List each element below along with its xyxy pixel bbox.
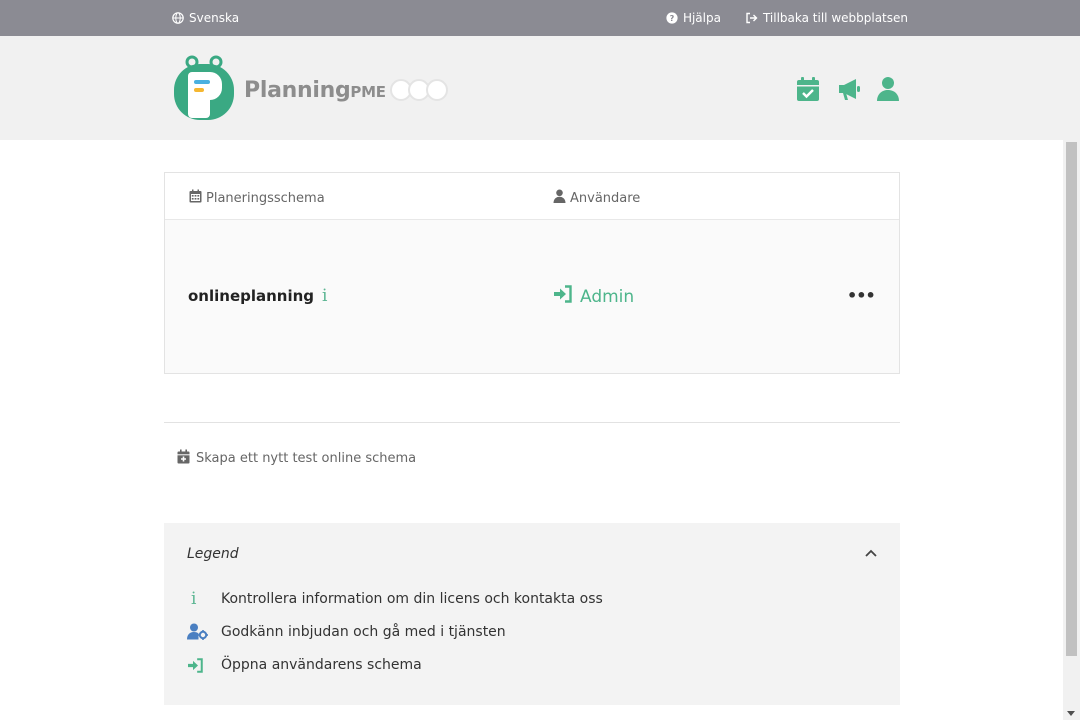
legend-text: Godkänn inbjudan och gå med i tjänsten [221,623,506,640]
legend-title: Legend [187,546,239,562]
logo-dots [389,79,448,101]
info-icon: i [191,589,197,609]
legend-item-info: i Kontrollera information om din licens … [187,589,603,609]
scroll-down-arrow-icon[interactable] [1067,711,1075,716]
header: PlanningPME [0,36,1080,140]
help-label: Hjälpa [682,11,721,25]
info-icon[interactable]: i [322,286,327,306]
scrollbar[interactable] [1063,140,1080,720]
top-bar: Svenska ? Hjälpa Tillbaka till webbplats… [0,0,1080,36]
create-schema-label: Skapa ett nytt test online schema [196,451,417,466]
question-circle-icon: ? [666,12,678,24]
sign-in-icon [187,657,221,673]
schema-table: Planeringsschema Användare onlineplannin… [164,172,900,374]
column-header-user: Användare [553,189,640,207]
planningpme-logo[interactable]: PlanningPME [172,54,448,126]
svg-text:?: ? [670,14,675,23]
help-link[interactable]: ? Hjälpa [666,11,721,25]
sign-in-icon [553,285,573,308]
schema-name-cell: onlineplanning i [188,286,327,306]
legend-text: Öppna användarens schema [221,657,422,673]
back-to-site-label: Tillbaka till webbplatsen [762,11,908,25]
globe-icon [172,12,184,24]
open-user-schema-link[interactable]: Admin [553,285,634,308]
divider [164,422,900,423]
user-name: Admin [580,286,635,307]
more-options-button[interactable]: ••• [847,286,876,305]
language-label: Svenska [189,11,240,25]
column-header-schema: Planeringsschema [189,189,325,207]
user-icon[interactable] [876,76,900,102]
scrollbar-thumb[interactable] [1066,142,1077,656]
sign-out-icon [745,12,758,24]
logo-wordmark: PlanningPME [244,77,386,103]
table-header: Planeringsschema Användare [165,173,899,220]
legend-text: Kontrollera information om din licens oc… [221,591,603,607]
table-row: onlineplanning i Admin ••• [165,220,899,373]
back-to-site-link[interactable]: Tillbaka till webbplatsen [745,11,908,25]
schema-name: onlineplanning [188,287,315,305]
logo-mark-icon [172,54,236,126]
megaphone-icon[interactable] [836,76,860,102]
user-gear-icon [187,623,221,640]
legend-item-open: Öppna användarens schema [187,657,422,673]
calendar-icon [189,189,202,207]
legend-item-join: Godkänn inbjudan och gå med i tjänsten [187,623,506,640]
chevron-up-icon[interactable] [864,545,878,559]
calendar-plus-icon [177,449,190,468]
user-small-icon [553,189,566,207]
column-label-user: Användare [570,190,641,206]
legend-panel: Legend i Kontrollera information om din … [164,523,900,705]
calendar-check-icon[interactable] [796,76,820,102]
column-label-schema: Planeringsschema [206,190,325,206]
language-selector[interactable]: Svenska [172,11,239,25]
create-schema-link[interactable]: Skapa ett nytt test online schema [177,449,416,468]
